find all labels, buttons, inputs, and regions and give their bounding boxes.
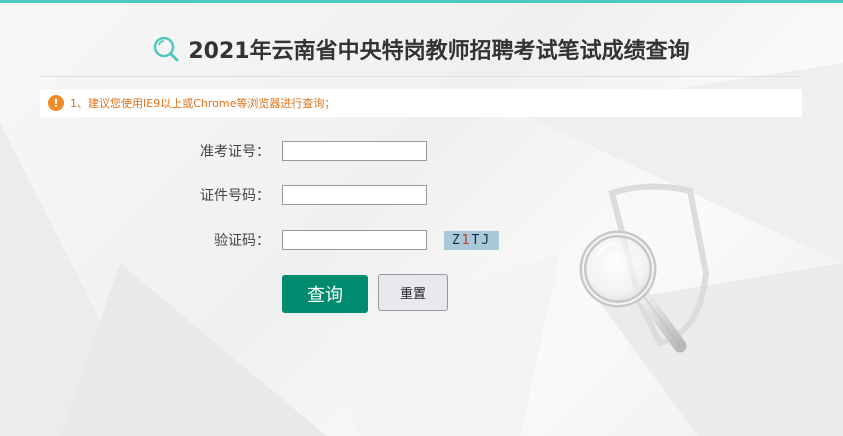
magnifier-icon [579, 230, 687, 353]
notice-text: 1、建议您使用IE9以上或Chrome等浏览器进行查询； [70, 97, 336, 110]
page-title: 2021年云南省中央特岗教师招聘考试笔试成绩查询 [188, 38, 690, 64]
captcha-char: 1 [461, 233, 472, 248]
captcha-label: 验证码： [214, 233, 270, 249]
id-number-label: 证件号码： [200, 188, 270, 204]
id-number-row: 证件号码： [180, 185, 427, 205]
query-button[interactable]: 查询 [282, 275, 368, 313]
reset-button[interactable]: 重置 [378, 274, 448, 311]
id-number-input[interactable] [282, 185, 427, 205]
captcha-char: Z [451, 233, 462, 248]
warning-icon: ! [48, 95, 64, 111]
notice-bar: ! 1、建议您使用IE9以上或Chrome等浏览器进行查询； [40, 89, 802, 117]
captcha-char: T [471, 233, 482, 248]
captcha-char: J [481, 233, 492, 248]
exam-id-row: 准考证号： [180, 141, 427, 161]
page-frame: 2021年云南省中央特岗教师招聘考试笔试成绩查询 ! 1、建议您使用IE9以上或… [0, 0, 843, 436]
exam-id-input[interactable] [282, 141, 427, 161]
captcha-image[interactable]: Z 1 T J [444, 231, 499, 250]
captcha-input[interactable] [282, 230, 427, 250]
captcha-row: 验证码： [180, 230, 427, 250]
exam-id-label: 准考证号： [200, 144, 270, 160]
search-icon [154, 36, 179, 61]
page-header: 2021年云南省中央特岗教师招聘考试笔试成绩查询 [40, 21, 802, 77]
